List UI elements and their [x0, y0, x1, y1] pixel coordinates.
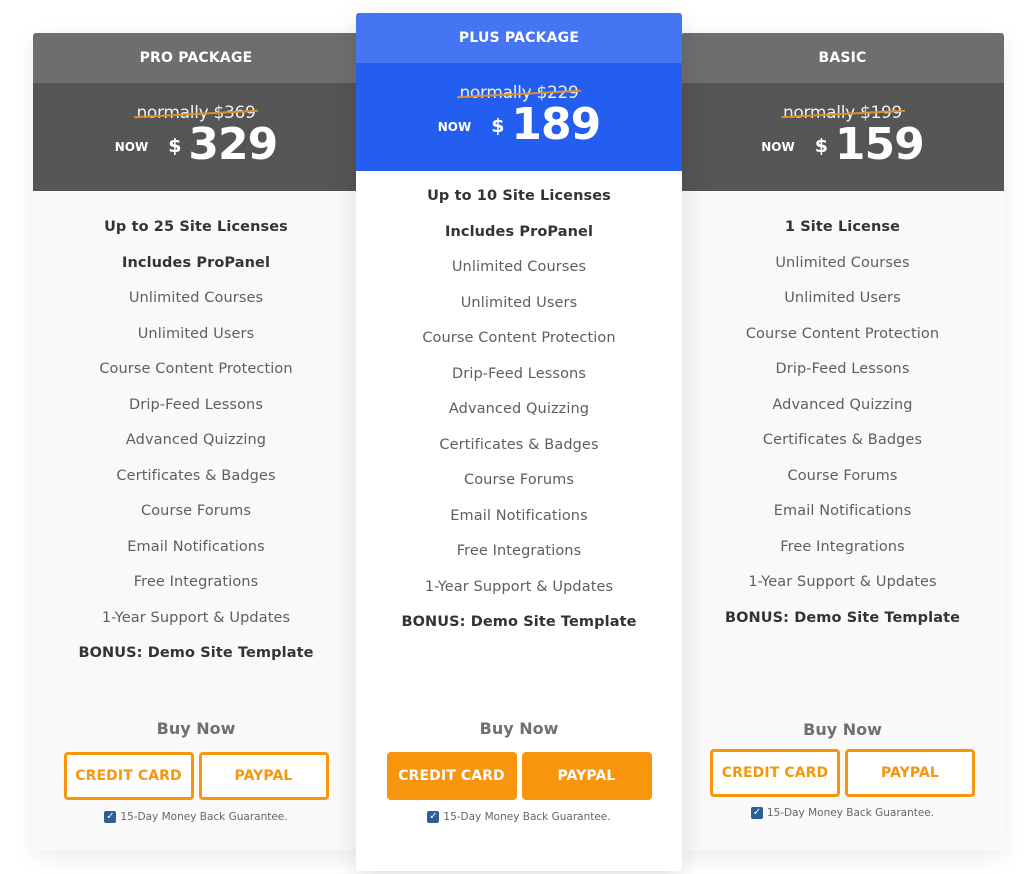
- price-block: normally $369 NOW $ 329: [33, 83, 359, 191]
- feature-item: 1-Year Support & Updates: [101, 609, 291, 626]
- guarantee: ✓ 15-Day Money Back Guarantee.: [33, 811, 359, 823]
- feature-item: Up to 25 Site Licenses: [104, 219, 288, 235]
- feature-item: Unlimited Courses: [775, 254, 910, 271]
- currency-symbol: $: [168, 135, 182, 157]
- feature-list: Up to 10 Site Licenses Includes ProPanel U…: [356, 171, 682, 641]
- feature-item: Course Content Protection: [422, 330, 616, 346]
- feature-item: Certificates & Badges: [116, 467, 276, 484]
- feature-item: BONUS: Demo Site Template: [401, 614, 637, 630]
- feature-item: Email Notifications: [127, 538, 265, 555]
- feature-item: Email Notifications: [773, 503, 912, 519]
- current-price: 189: [511, 99, 601, 150]
- feature-item: Unlimited Users: [137, 325, 255, 342]
- now-label: NOW: [114, 140, 149, 154]
- current-price: 329: [188, 119, 278, 170]
- feature-item: Advanced Quizzing: [772, 396, 913, 413]
- feature-item: Free Integrations: [456, 543, 582, 559]
- feature-list: 1 Site License Unlimited Courses Unlimited…: [681, 191, 1004, 636]
- credit-card-button[interactable]: CREDIT CARD: [386, 752, 517, 800]
- guarantee-text: 15-Day Money Back Guarantee.: [120, 811, 288, 823]
- feature-item: 1 Site License: [784, 219, 901, 235]
- paypal-button[interactable]: PAYPAL: [198, 752, 329, 800]
- plan-title: PRO PACKAGE: [33, 33, 359, 83]
- feature-item: Email Notifications: [450, 507, 588, 524]
- feature-item: Course Content Protection: [745, 325, 940, 342]
- feature-item: Certificates & Badges: [762, 432, 923, 448]
- feature-item: BONUS: Demo Site Template: [724, 609, 961, 626]
- feature-item: Unlimited Users: [460, 294, 578, 311]
- feature-item: Course Forums: [787, 467, 898, 484]
- feature-item: Course Forums: [463, 472, 575, 488]
- feature-item: Drip-Feed Lessons: [452, 365, 586, 382]
- feature-item: Certificates & Badges: [439, 436, 599, 453]
- checkbox-checked-icon: ✓: [750, 807, 763, 819]
- price-block: normally $199 NOW $ 159: [681, 83, 1004, 191]
- credit-card-button[interactable]: CREDIT CARD: [710, 749, 840, 797]
- buy-now-heading: Buy Now: [479, 719, 559, 738]
- feature-item: Course Content Protection: [99, 361, 293, 377]
- pricing-table: PRO PACKAGE normally $369 NOW $ 329 Up t…: [0, 0, 1024, 874]
- feature-item: Includes ProPanel: [121, 254, 271, 271]
- checkbox-checked-icon: ✓: [104, 811, 117, 823]
- feature-item: Drip-Feed Lessons: [775, 361, 910, 377]
- feature-item: Up to 10 Site Licenses: [427, 188, 611, 204]
- feature-item: Free Integrations: [780, 538, 905, 555]
- plan-card-pro: PRO PACKAGE normally $369 NOW $ 329 Up t…: [33, 33, 359, 851]
- current-price: 159: [834, 119, 925, 170]
- feature-item: BONUS: Demo Site Template: [78, 645, 314, 661]
- guarantee-text: 15-Day Money Back Guarantee.: [766, 807, 935, 819]
- plan-title: PLUS PACKAGE: [356, 13, 682, 63]
- feature-item: Free Integrations: [133, 574, 259, 590]
- feature-item: Drip-Feed Lessons: [129, 396, 263, 413]
- currency-symbol: $: [814, 135, 828, 157]
- credit-card-button[interactable]: CREDIT CARD: [63, 752, 194, 800]
- paypal-button[interactable]: PAYPAL: [521, 752, 652, 800]
- guarantee: ✓ 15-Day Money Back Guarantee.: [681, 807, 1004, 819]
- feature-item: Unlimited Courses: [128, 290, 264, 306]
- plan-card-basic: BASIC normally $199 NOW $ 159 1 Site Lic…: [681, 33, 1004, 851]
- plan-title: BASIC: [681, 33, 1004, 83]
- feature-item: Advanced Quizzing: [125, 432, 267, 448]
- buy-now-heading: Buy Now: [156, 719, 236, 738]
- guarantee-text: 15-Day Money Back Guarantee.: [443, 811, 611, 823]
- feature-item: Includes ProPanel: [444, 223, 594, 240]
- now-label: NOW: [437, 120, 472, 134]
- plan-card-plus: PLUS PACKAGE normally $229 NOW $ 189 Up …: [356, 13, 682, 871]
- feature-item: 1-Year Support & Updates: [748, 574, 937, 590]
- price-block: normally $229 NOW $ 189: [356, 63, 682, 171]
- feature-item: 1-Year Support & Updates: [424, 578, 614, 595]
- feature-item: Unlimited Users: [784, 290, 901, 306]
- feature-item: Advanced Quizzing: [448, 401, 590, 417]
- now-label: NOW: [761, 140, 795, 154]
- feature-list: Up to 25 Site Licenses Includes ProPanel U…: [33, 191, 359, 672]
- buy-now-heading: Buy Now: [803, 720, 882, 739]
- feature-item: Course Forums: [140, 503, 252, 519]
- currency-symbol: $: [491, 115, 505, 137]
- paypal-button[interactable]: PAYPAL: [845, 749, 975, 797]
- feature-item: Unlimited Courses: [451, 259, 587, 275]
- guarantee: ✓ 15-Day Money Back Guarantee.: [356, 811, 682, 823]
- checkbox-checked-icon: ✓: [427, 811, 440, 823]
